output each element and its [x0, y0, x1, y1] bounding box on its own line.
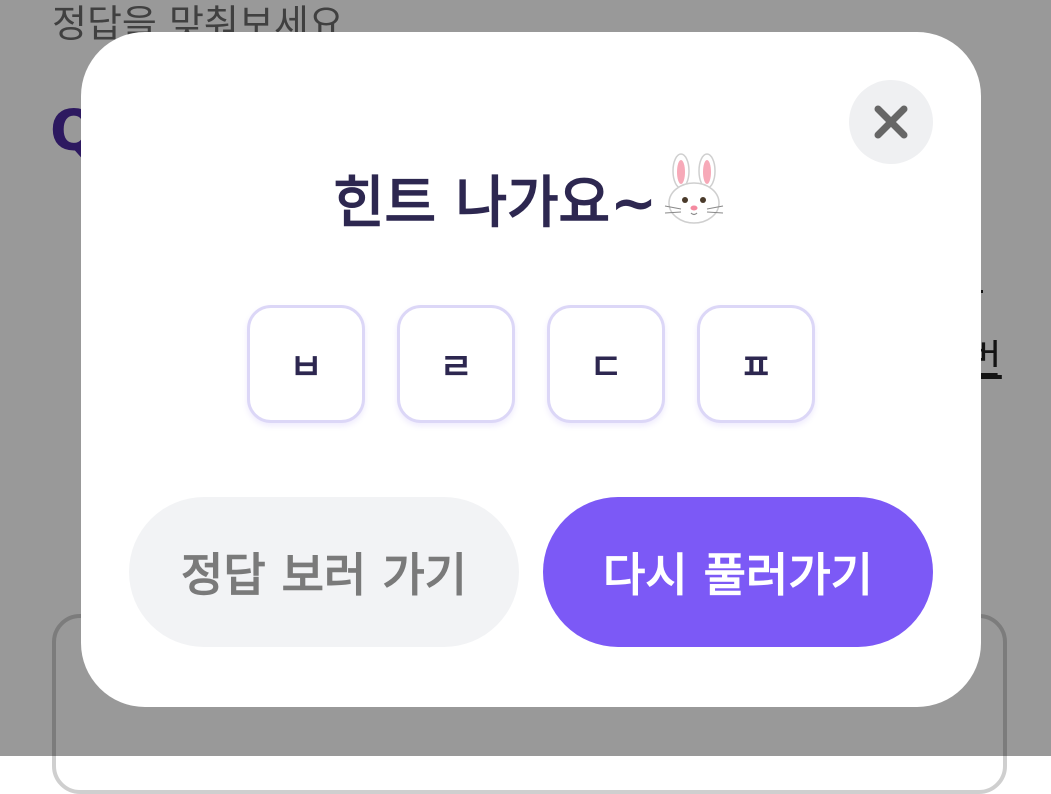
- rabbit-face-icon: [659, 153, 729, 247]
- view-answer-button[interactable]: 정답 보러 가기: [129, 497, 519, 647]
- hint-tiles: ㅂ ㄹ ㄷ ㅍ: [247, 305, 817, 425]
- hint-tile: ㅂ: [247, 305, 365, 423]
- close-icon: [874, 105, 908, 139]
- hint-tile: ㄷ: [547, 305, 665, 423]
- hint-modal: 힌트 나가요~ ㅂ ㄹ ㄷ ㅍ 정답 보러 가기 다시 풀러가기: [81, 32, 981, 707]
- close-button[interactable]: [849, 80, 933, 164]
- hint-tile: ㅍ: [697, 305, 815, 423]
- hint-tile: ㄹ: [397, 305, 515, 423]
- retry-button[interactable]: 다시 풀러가기: [543, 497, 933, 647]
- modal-title-text: 힌트 나가요~: [332, 171, 658, 236]
- modal-title: 힌트 나가요~: [81, 153, 981, 247]
